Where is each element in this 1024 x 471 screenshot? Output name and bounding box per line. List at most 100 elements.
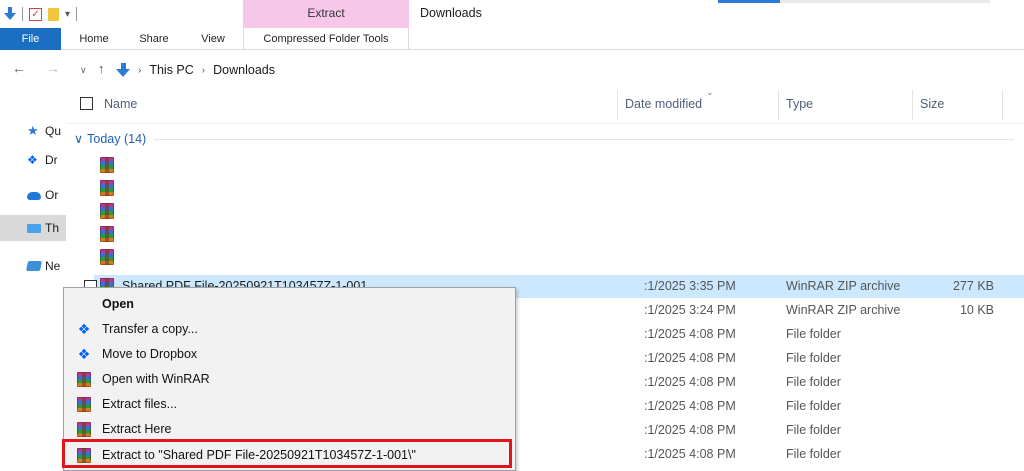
menu-item-extract-files[interactable]: Extract files... [66,392,514,416]
window-edge-strip [780,0,990,3]
address-field[interactable]: › This PC › Downloads [116,59,1024,81]
file-type: File folder [786,375,841,389]
file-type: WinRAR ZIP archive [786,279,901,293]
title-bar: ✓ ▾ Extract Downloads [0,0,1024,28]
column-divider[interactable] [1002,90,1003,120]
dropbox-icon: ❖ [77,346,91,362]
window-title: Downloads [420,6,482,20]
downloads-folder-icon [116,63,130,77]
menu-item-label: Transfer a copy... [102,322,198,336]
column-header-row: Name ⌄ Date modified Type Size [66,84,1024,124]
tab-file[interactable]: File [0,28,61,50]
onedrive-icon [27,192,41,200]
column-divider[interactable] [617,90,618,120]
download-arrow-icon[interactable] [4,7,16,21]
menu-item-label: Move to Dropbox [102,347,198,361]
winrar-icon [76,396,92,412]
winrar-archive-icon [100,203,114,219]
toolbar-divider [76,7,78,21]
column-header-type[interactable]: Type [786,97,813,111]
quick-access-toolbar: ✓ ▾ [4,5,78,23]
nav-item-quick-access[interactable]: ★ Qu [0,118,66,144]
breadcrumb-chevron-icon[interactable]: › [202,65,205,76]
ribbon-tabs: File Home Share View Compressed Folder T… [0,28,1024,50]
nav-item-label: Ne [45,259,61,273]
navigation-pane: ★ Qu ❖ Dr Or Th Ne [0,90,66,471]
menu-item-open-with-winrar[interactable]: Open with WinRAR [66,367,514,391]
file-row[interactable] [94,200,1024,223]
tab-compressed-folder-tools[interactable]: Compressed Folder Tools [243,28,409,50]
nav-item-label: Th [45,221,60,235]
group-header-today[interactable]: ∨ Today (14) [74,131,147,147]
file-type: File folder [786,447,841,461]
sort-chevron-icon: ⌄ [706,87,714,97]
customize-toolbar-chevron-icon[interactable]: ▾ [65,9,70,20]
up-arrow-icon[interactable]: ↑ [98,61,105,76]
nav-item-label: Dr [45,153,58,167]
menu-item-open[interactable]: Open [66,292,514,316]
star-icon: ★ [27,123,39,138]
column-divider[interactable] [912,90,913,120]
menu-item-label: Extract files... [102,397,178,411]
menu-item-label: Open with WinRAR [102,372,210,386]
tab-share[interactable]: Share [132,28,176,50]
recent-locations-chevron-icon[interactable]: ∨ [80,65,87,76]
group-divider [154,139,1014,140]
column-header-name[interactable]: Name [104,97,137,111]
toolbar-divider [22,7,23,21]
file-type: File folder [786,399,841,413]
winrar-icon [76,447,92,463]
file-row[interactable] [94,246,1024,269]
nav-item-this-pc[interactable]: Th [0,215,66,241]
menu-item-label: Open [102,297,134,311]
nav-item-label: Or [45,188,59,202]
breadcrumb-downloads[interactable]: Downloads [213,63,275,77]
breadcrumb-chevron-icon[interactable]: › [138,65,141,76]
file-date: :1/2025 4:08 PM [644,327,736,341]
menu-item-extract-here[interactable]: Extract Here [66,417,514,441]
file-type: File folder [786,351,841,365]
file-date: :1/2025 4:08 PM [644,399,736,413]
menu-item-label: Extract to "Shared PDF File-20250921T103… [102,448,416,462]
dropbox-icon: ❖ [77,321,91,337]
column-divider[interactable] [778,90,779,120]
tab-home[interactable]: Home [76,28,112,50]
file-date: :1/2025 4:08 PM [644,351,736,365]
file-row[interactable] [94,223,1024,246]
file-date: :1/2025 4:08 PM [644,375,736,389]
tab-view[interactable]: View [196,28,230,50]
nav-item-dropbox[interactable]: ❖ Dr [0,147,66,173]
column-header-date-modified[interactable]: Date modified [625,97,702,111]
winrar-archive-icon [100,180,114,196]
file-type: File folder [786,423,841,437]
winrar-archive-icon [100,226,114,242]
file-date: :1/2025 4:08 PM [644,447,736,461]
properties-check-icon[interactable]: ✓ [29,7,42,21]
file-date: :1/2025 3:24 PM [644,303,736,317]
file-type: WinRAR ZIP archive [786,303,901,317]
context-menu: Open ❖ Transfer a copy... ❖ Move to Drop… [63,287,516,471]
new-folder-icon[interactable] [48,7,59,21]
winrar-archive-icon [100,157,114,173]
window-accent-strip [718,0,780,3]
forward-arrow-icon[interactable]: → [46,60,60,76]
extract-context-tab[interactable]: Extract [243,0,409,28]
group-label: Today (14) [87,131,147,146]
select-all-checkbox[interactable] [80,97,93,110]
file-row[interactable] [94,154,1024,177]
chevron-down-icon: ∨ [74,132,84,146]
column-header-size[interactable]: Size [920,97,944,111]
menu-item-transfer-copy[interactable]: ❖ Transfer a copy... [66,317,514,341]
menu-item-label: Extract Here [102,422,172,436]
nav-item-network[interactable]: Ne [0,253,66,279]
menu-item-move-to-dropbox[interactable]: ❖ Move to Dropbox [66,342,514,366]
dropbox-icon: ❖ [27,153,38,167]
back-arrow-icon[interactable]: ← [12,60,26,76]
pc-icon [27,223,41,233]
menu-item-extract-to-folder[interactable]: Extract to "Shared PDF File-20250921T103… [66,443,514,467]
nav-item-onedrive[interactable]: Or [0,182,66,208]
file-row[interactable] [94,177,1024,200]
breadcrumb-this-pc[interactable]: This PC [149,63,193,77]
network-icon [25,261,43,271]
file-size: 277 KB [952,279,994,293]
